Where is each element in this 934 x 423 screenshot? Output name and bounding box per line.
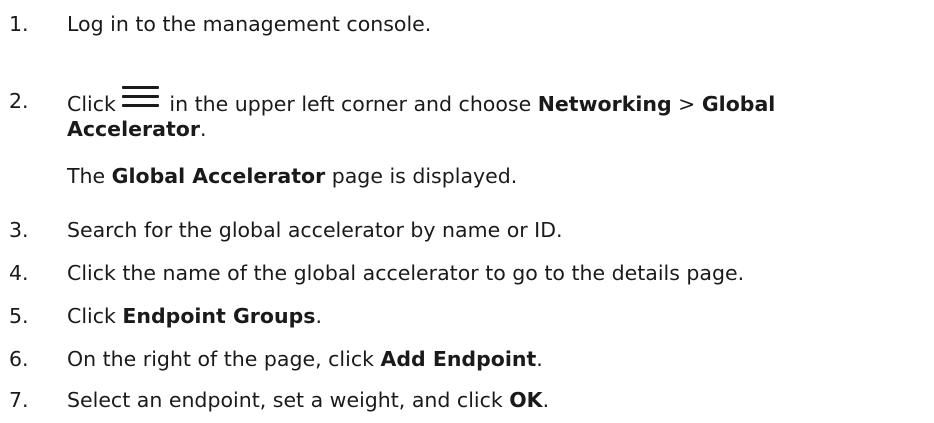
step-number: 3. xyxy=(9,218,29,242)
menu-icon xyxy=(121,86,159,108)
step-number: 7. xyxy=(9,388,29,412)
step-text: Search for the global accelerator by nam… xyxy=(67,218,563,242)
step-text: On the right of the page, click Add Endp… xyxy=(67,347,543,371)
step-number: 1. xyxy=(9,12,29,36)
step-text: Click the name of the global accelerator… xyxy=(67,261,745,285)
step-result-text: The Global Accelerator page is displayed… xyxy=(67,164,518,188)
step-text: Select an endpoint, set a weight, and cl… xyxy=(67,388,550,412)
step-number: 4. xyxy=(9,261,29,285)
procedure-document: 1. Log in to the management console. 2. … xyxy=(0,0,934,423)
step-text: Accelerator. xyxy=(67,117,207,141)
step-number: 6. xyxy=(9,347,29,371)
step-number: 2. xyxy=(9,89,29,113)
step-text: Click Endpoint Groups. xyxy=(67,304,322,328)
step-number: 5. xyxy=(9,304,29,328)
step-text: Log in to the management console. xyxy=(67,12,432,36)
